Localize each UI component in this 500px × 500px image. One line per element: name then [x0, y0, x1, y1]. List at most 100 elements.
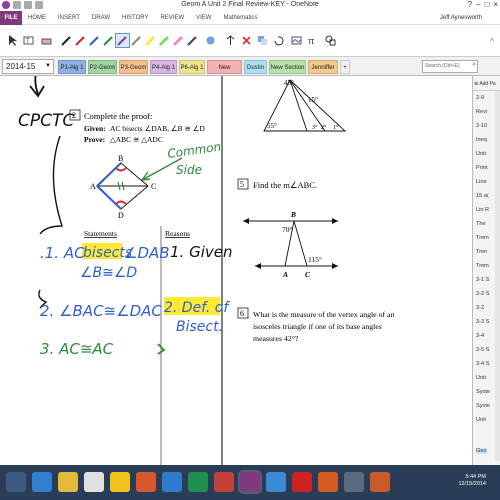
pen-blue-icon[interactable] — [88, 34, 101, 47]
page-item[interactable]: Ineq — [476, 137, 487, 143]
section-tab-p4-alg1[interactable]: P4-Alg 1 — [150, 60, 177, 74]
highlighter-yellow-icon[interactable] — [144, 34, 157, 47]
arrow-down-icon — [29, 76, 45, 98]
pen-green-icon[interactable] — [102, 34, 115, 47]
given-text: AC bisects ∠DAB, ∠B ≅ ∠D — [110, 124, 205, 133]
page-item[interactable]: 3-4 — [476, 333, 484, 339]
rotate-icon[interactable] — [272, 34, 285, 47]
onenote-icon[interactable] — [240, 472, 260, 492]
page-item[interactable]: 3-3 S — [476, 319, 489, 325]
acrobat-icon[interactable] — [292, 472, 312, 492]
app-paint-icon[interactable] — [318, 472, 338, 492]
label-b: B — [290, 210, 296, 219]
delete-icon[interactable] — [240, 34, 253, 47]
close-button[interactable]: × — [493, 0, 498, 9]
insert-tab[interactable]: INSERT — [52, 15, 86, 21]
system-clock[interactable]: 5:44 PM 12/15/2014 — [458, 474, 486, 488]
select-tool-icon[interactable] — [6, 34, 19, 47]
chrome-icon[interactable] — [110, 472, 130, 492]
page-item[interactable]: Trem — [476, 263, 489, 269]
help-icon[interactable]: ? — [468, 0, 472, 9]
file-tab[interactable]: FILE — [0, 10, 22, 25]
page-item[interactable]: Lin R — [476, 207, 489, 213]
page-item[interactable]: 2-10 — [476, 123, 487, 129]
pen-dark-icon[interactable] — [186, 34, 199, 47]
page-list-scrollbar[interactable] — [495, 91, 500, 461]
page-item[interactable]: Unit — [476, 417, 486, 423]
highlighter-pink-icon[interactable] — [172, 34, 185, 47]
mathematics-tab[interactable]: Mathematics — [217, 15, 263, 21]
page-item[interactable]: Trem — [476, 235, 489, 241]
vertex-b: B — [118, 154, 123, 163]
home-tab[interactable]: HOME — [22, 15, 52, 21]
page-item[interactable]: 2-9 — [476, 95, 484, 101]
shapes-icon[interactable] — [324, 34, 337, 47]
ink-to-math-icon[interactable]: π — [306, 34, 319, 47]
section-tab-p3-geom[interactable]: P3-Geom — [119, 60, 148, 74]
view-tab[interactable]: VIEW — [190, 15, 217, 21]
file-explorer-icon[interactable] — [58, 472, 78, 492]
page-item[interactable]: The — [476, 221, 486, 227]
history-tab[interactable]: HISTORY — [116, 15, 154, 21]
page-item[interactable]: 3-2 — [476, 305, 484, 311]
word-icon[interactable] — [162, 472, 182, 492]
page-item[interactable]: Tren — [476, 249, 487, 255]
add-section-tab[interactable]: + — [340, 60, 350, 74]
section-tab-p6-alg1[interactable]: P6-Alg 1 — [179, 60, 205, 74]
page-item[interactable]: 3-1 S — [476, 277, 489, 283]
section-tab-p1-alg1[interactable]: P1-Alg 1 — [58, 60, 86, 74]
eraser-icon[interactable] — [40, 34, 53, 47]
page-item[interactable]: 3-4 S — [476, 361, 489, 367]
color-thickness-icon[interactable] — [204, 34, 217, 47]
pen-purple-icon[interactable] — [116, 34, 129, 47]
app-blue-icon[interactable] — [266, 472, 286, 492]
arrange-icon[interactable] — [256, 34, 269, 47]
page-item[interactable]: Line — [476, 179, 487, 185]
draw-tab[interactable]: DRAW — [86, 15, 116, 21]
angle-label-55: 55° — [267, 122, 277, 130]
section-tab-dustin[interactable]: Dustin — [244, 60, 267, 74]
page-item[interactable]: 3-2 S — [476, 291, 489, 297]
note-page[interactable]: 45° 15° 55° 3° 2° 1° 2 Complete the proo… — [0, 76, 472, 465]
internet-explorer-icon[interactable] — [32, 472, 52, 492]
page-item[interactable]: Print — [476, 165, 488, 171]
highlighter-green-icon[interactable] — [158, 34, 171, 47]
page-item[interactable]: Syste — [476, 403, 490, 409]
powerpoint-icon[interactable] — [214, 472, 234, 492]
pen-gray-icon[interactable] — [130, 34, 143, 47]
ink-to-text-icon[interactable] — [290, 34, 303, 47]
section-tab-new-section-2[interactable]: New Section 2 — [269, 60, 306, 85]
minimize-button[interactable]: – — [476, 0, 480, 9]
app-recorder-icon[interactable] — [370, 472, 390, 492]
review-tab[interactable]: REVIEW — [154, 15, 190, 21]
ink-cpctc: CPCTC — [18, 111, 74, 131]
ribbon-collapse-icon[interactable]: ^ — [490, 37, 494, 46]
page-item[interactable]: Syste — [476, 389, 490, 395]
search-icon[interactable]: ⌕ — [472, 61, 476, 69]
section-tab-label: Jenniffer — [311, 65, 335, 71]
notebook-selector[interactable]: 2014-15 ▼ — [2, 59, 54, 74]
page-item[interactable]: 3-5 S — [476, 347, 489, 353]
app-gray-icon[interactable] — [344, 472, 364, 492]
search-input[interactable]: Search (Ctrl+E) — [422, 60, 478, 73]
page-item-selected[interactable]: Geo — [476, 448, 487, 454]
pen-icon[interactable] — [60, 34, 73, 47]
add-page-button[interactable]: ⊕ Add Pa — [473, 78, 500, 91]
windows-start-icon[interactable] — [6, 472, 26, 492]
section-tab-jenniffer[interactable]: Jenniffer — [308, 60, 338, 74]
user-name[interactable]: Jeff Aynesworth — [440, 15, 482, 21]
type-tool-icon[interactable]: T — [22, 34, 35, 47]
problem-6: 6 What is the measure of the vertex angl… — [237, 307, 394, 343]
insert-space-icon[interactable] — [224, 34, 237, 47]
section-tab-p2-geom[interactable]: P2-Geom — [88, 60, 117, 74]
pen-red-icon[interactable] — [74, 34, 87, 47]
media-player-icon[interactable] — [84, 472, 104, 492]
page-item[interactable]: Revi — [476, 109, 487, 115]
excel-icon[interactable] — [188, 472, 208, 492]
page-item[interactable]: Unit — [476, 375, 486, 381]
maximize-button[interactable]: □ — [484, 0, 489, 9]
section-tab-new-section-1[interactable]: New Section 1 — [207, 60, 242, 85]
page-item[interactable]: Unit — [476, 151, 486, 157]
app-orange-icon[interactable] — [136, 472, 156, 492]
page-item[interactable]: 15 a( — [476, 193, 489, 199]
